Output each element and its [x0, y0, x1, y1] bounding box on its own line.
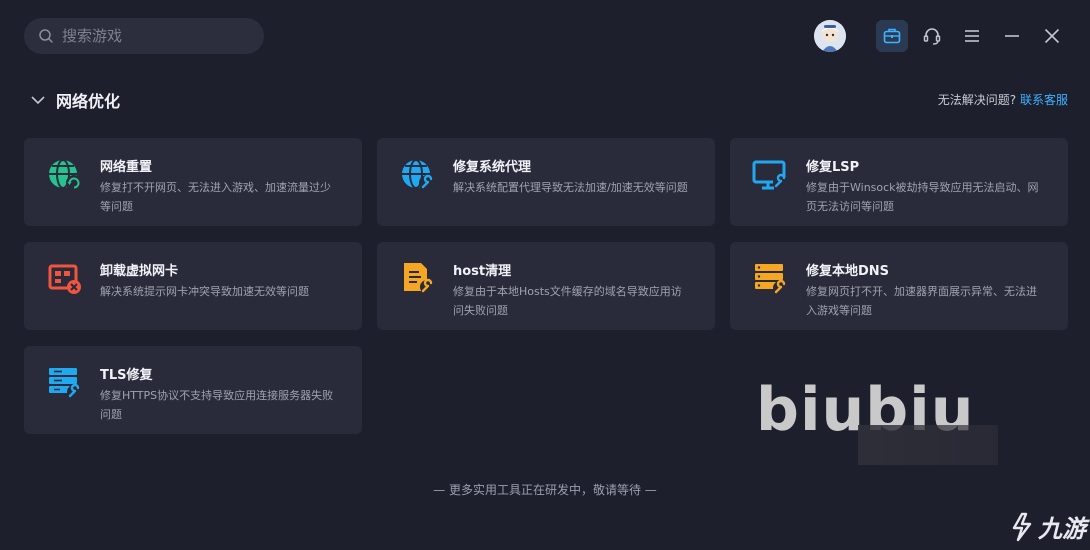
card-title: host清理 [453, 264, 512, 279]
title-bar-controls [814, 18, 1068, 54]
footer-note: — 更多实用工具正在研发中，敬请等待 — [433, 483, 657, 497]
card-uninstall-virtual-nic[interactable]: 卸载虚拟网卡 解决系统提示网卡冲突导致加速无效等问题 [24, 242, 362, 330]
card-fix-system-proxy[interactable]: 修复系统代理 解决系统配置代理导致无法加速/加速无效等问题 [377, 138, 715, 226]
card-description: 修复由于本地Hosts文件缓存的域名导致应用访问失败问题 [453, 285, 682, 317]
help-line: 无法解决问题? 联系客服 [938, 91, 1068, 108]
monitor-wrench-icon [752, 156, 790, 194]
search-icon [39, 29, 53, 43]
minimize-button[interactable] [996, 20, 1028, 52]
menu-icon [965, 30, 979, 42]
file-wrench-icon [399, 260, 437, 298]
close-icon [1044, 28, 1060, 44]
toolbox-button[interactable] [876, 20, 908, 52]
card-network-reset[interactable]: 网络重置 修复打不开网页、无法进入游戏、加速流量过少等问题 [24, 138, 362, 226]
card-tls-repair[interactable]: TLS修复 修复HTTPS协议不支持导致应用连接服务器失败问题 [24, 346, 362, 434]
search-input[interactable] [62, 27, 242, 45]
corner-logo: 九游 [1008, 509, 1086, 544]
card-description: 修复由于Winsock被劫持导致应用无法启动、网页无法访问等问题 [806, 181, 1039, 213]
section-title: 网络优化 [56, 92, 121, 111]
card-title: 修复系统代理 [453, 160, 532, 175]
server-wrench-icon [752, 260, 790, 298]
contact-support-link[interactable]: 联系客服 [1020, 93, 1068, 107]
card-description: 解决系统提示网卡冲突导致加速无效等问题 [100, 285, 309, 298]
section-header[interactable]: 网络优化 [30, 88, 120, 112]
server-shield-icon [46, 364, 84, 402]
card-description: 修复打不开网页、无法进入游戏、加速流量过少等问题 [100, 181, 331, 213]
card-description: 修复HTTPS协议不支持导致应用连接服务器失败问题 [100, 389, 334, 421]
network-card-remove-icon [46, 260, 84, 298]
close-button[interactable] [1036, 20, 1068, 52]
headset-icon [923, 28, 941, 45]
customer-service-button[interactable] [916, 20, 948, 52]
card-description: 修复网页打不开、加速器界面展示异常、无法进入游戏等问题 [806, 285, 1037, 317]
card-title: 卸载虚拟网卡 [100, 264, 179, 279]
jiuyou-logo-icon [1012, 512, 1032, 541]
card-title: TLS修复 [100, 368, 153, 383]
help-text: 无法解决问题? [937, 93, 1017, 107]
card-title: 网络重置 [100, 160, 153, 175]
search-box[interactable] [24, 18, 264, 54]
corner-logo-text: 九游 [1038, 515, 1086, 543]
chevron-down-icon [31, 96, 45, 105]
card-title: 修复本地DNS [806, 264, 890, 279]
toolbox-icon [883, 28, 901, 44]
menu-button[interactable] [956, 20, 988, 52]
globe-refresh-icon [46, 156, 84, 194]
avatar[interactable] [814, 20, 846, 52]
watermark-overlay [858, 425, 998, 465]
card-host-cleanup[interactable]: host清理 修复由于本地Hosts文件缓存的域名导致应用访问失败问题 [377, 242, 715, 330]
avatar-image [814, 20, 846, 52]
card-title: 修复LSP [806, 160, 860, 175]
globe-wrench-icon [399, 156, 437, 194]
minimize-icon [1005, 35, 1019, 37]
card-description: 解决系统配置代理导致无法加速/加速无效等问题 [453, 181, 688, 194]
card-fix-lsp[interactable]: 修复LSP 修复由于Winsock被劫持导致应用无法启动、网页无法访问等问题 [730, 138, 1068, 226]
card-fix-local-dns[interactable]: 修复本地DNS 修复网页打不开、加速器界面展示异常、无法进入游戏等问题 [730, 242, 1068, 330]
